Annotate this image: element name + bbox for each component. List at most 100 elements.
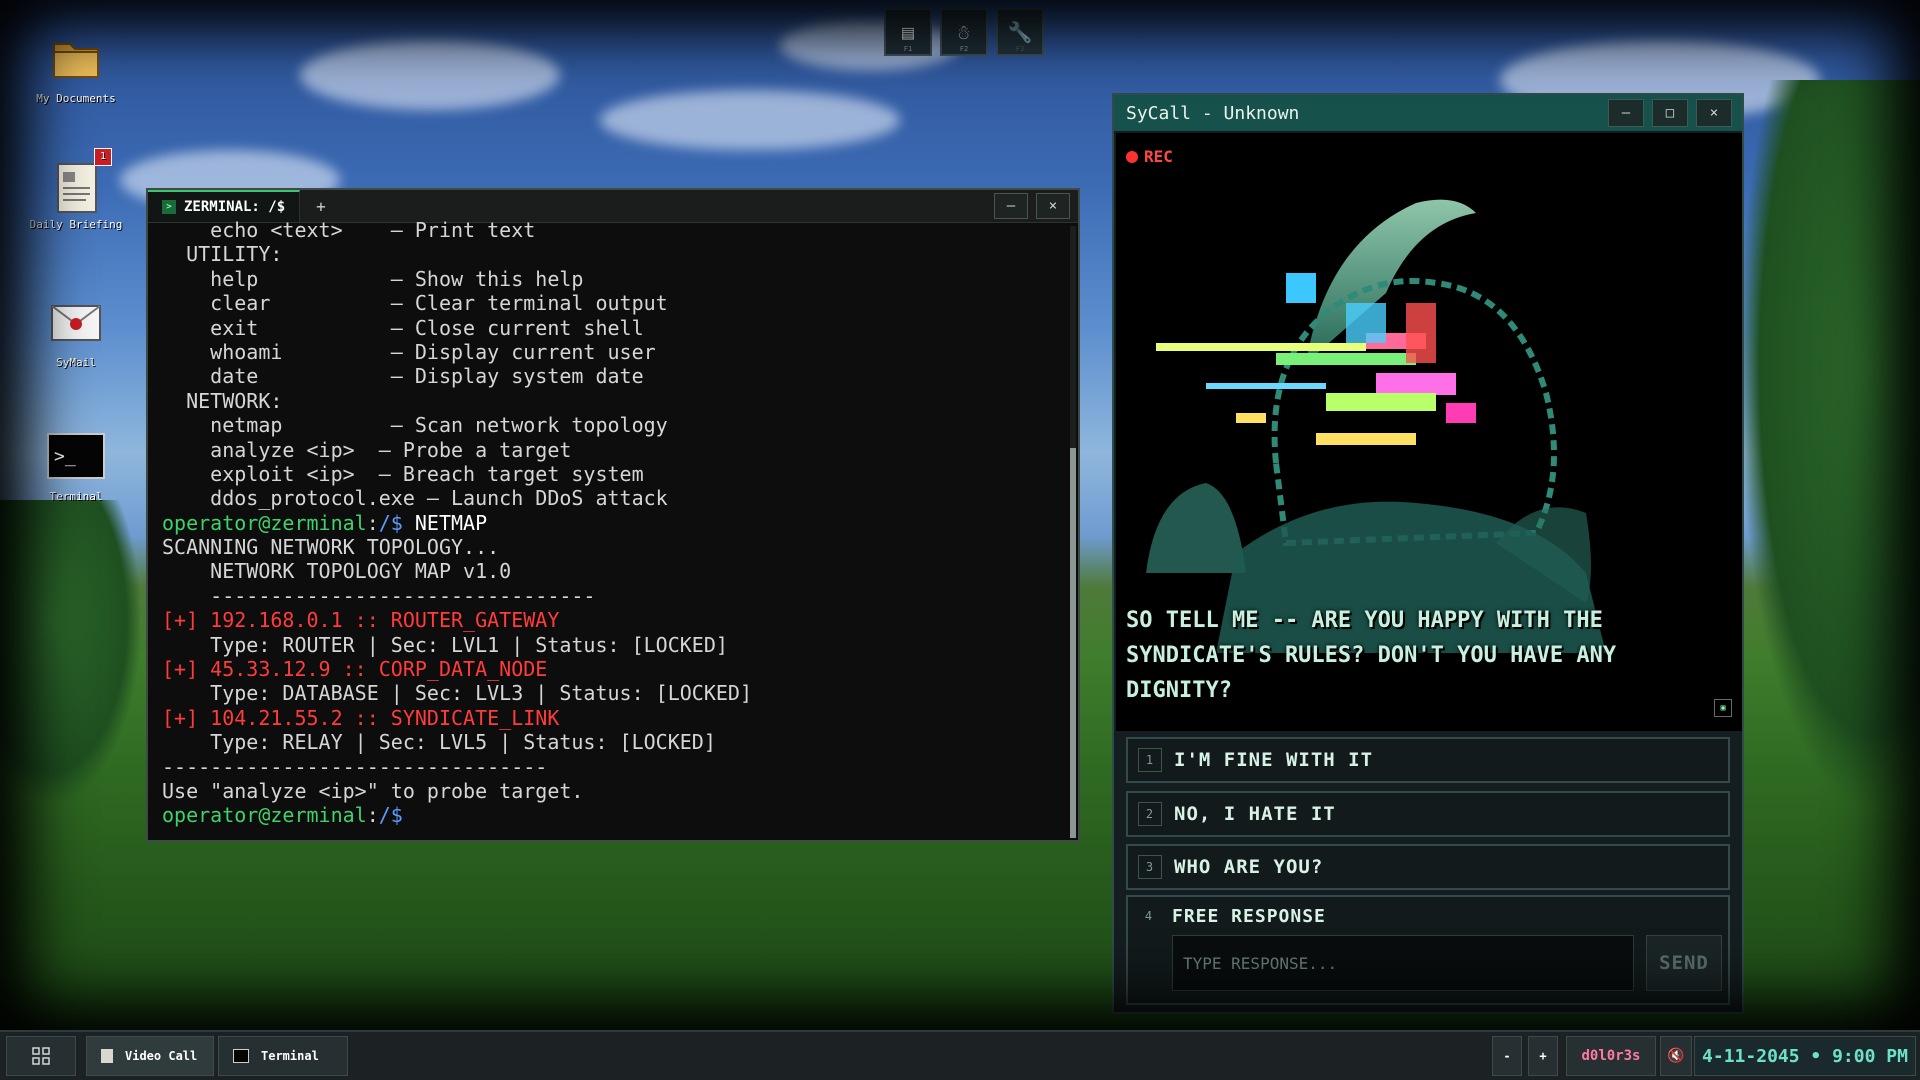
desktop-icon-label: Terminal — [49, 490, 103, 503]
option-number: 3 — [1138, 855, 1162, 879]
video-settings-icon[interactable]: ▣ — [1714, 699, 1732, 717]
desktop: My Documents 1 Daily Briefing SyMail >_ … — [0, 0, 1920, 1030]
muted-speaker-icon[interactable]: 🔇 — [1660, 1036, 1692, 1076]
taskbar-app-video-call[interactable]: Video Call — [86, 1036, 214, 1076]
terminal-text: : — [366, 803, 379, 828]
terminal-text: [+] 104.21.55.2 :: SYNDICATE_LINK — [162, 705, 560, 730]
terminal-line: -------------------------------- — [162, 755, 1064, 779]
desktop-icon-terminal[interactable]: >_ Terminal — [26, 432, 126, 503]
new-tab-button[interactable]: + — [316, 197, 326, 216]
close-button[interactable]: × — [1696, 99, 1732, 127]
option-label: WHO ARE YOU? — [1174, 856, 1324, 878]
terminal-line: SCANNING NETWORK TOPOLOGY... — [162, 535, 1064, 559]
dock-button-wrench[interactable]: 🔧 F3 — [996, 8, 1044, 56]
recording-indicator: REC — [1126, 147, 1173, 166]
terminal-text: Type: RELAY | Sec: LVL5 | Status: [LOCKE… — [162, 730, 716, 755]
terminal-text: NETWORK: — [162, 388, 283, 413]
free-response-label: FREE RESPONSE — [1172, 905, 1326, 927]
terminal-text: -------------------------------- — [162, 754, 548, 779]
terminal-text: SCANNING NETWORK TOPOLOGY... — [162, 535, 500, 560]
terminal-text: NETMAP — [402, 510, 488, 535]
free-response-input[interactable] — [1172, 935, 1634, 991]
dock-key-label: F1 — [903, 45, 913, 53]
terminal-line: operator@zerminal:/$ NETMAP — [162, 511, 1064, 535]
zoom-in-button[interactable]: + — [1528, 1036, 1558, 1076]
terminal-tab-label: ZERMINAL: /$ — [184, 199, 286, 215]
scrollbar-thumb[interactable] — [1070, 448, 1076, 838]
user-badge[interactable]: d0l0r3s — [1566, 1036, 1656, 1076]
terminal-text: date — Display system date — [162, 364, 644, 389]
minimize-button[interactable]: – — [994, 193, 1028, 219]
terminal-line: exploit <ip> — Breach target system — [162, 462, 1064, 486]
terminal-text: netmap — Scan network topology — [162, 413, 668, 438]
desktop-icon-symail[interactable]: SyMail — [26, 298, 126, 369]
terminal-line: clear — Clear terminal output — [162, 291, 1064, 315]
top-dock: ▤ F1 ☃ F2 🔧 F3 — [884, 8, 1044, 56]
terminal-text: operator@zerminal — [162, 510, 367, 535]
caller-subtitle: SO TELL ME -- ARE YOU HAPPY WITH THE SYN… — [1126, 608, 1617, 703]
desktop-icon-label: Daily Briefing — [29, 218, 123, 231]
dock-button-robot[interactable]: ☃ F2 — [940, 8, 988, 56]
response-option-2[interactable]: 2 NO, I HATE IT — [1126, 791, 1730, 837]
video-feed: REC SO TELL ME -- ARE YOU HAPPY WITH THE… — [1116, 133, 1742, 731]
desktop-icon-my-documents[interactable]: My Documents — [26, 34, 126, 105]
terminal-line: -------------------------------- — [162, 584, 1064, 608]
taskbar-app-terminal[interactable]: Terminal — [218, 1036, 348, 1076]
terminal-text: NETWORK TOPOLOGY MAP v1.0 — [162, 559, 512, 584]
system-clock: 4-11-2045 • 9:00 PM — [1694, 1036, 1916, 1076]
terminal-icon — [233, 1049, 249, 1063]
rec-label: REC — [1144, 147, 1173, 166]
terminal-text: exit — Close current shell — [162, 315, 644, 340]
response-option-3[interactable]: 3 WHO ARE YOU? — [1126, 844, 1730, 890]
free-response-panel: 4 FREE RESPONSE SEND — [1126, 895, 1730, 1005]
desktop-icon-label: SyMail — [56, 356, 96, 369]
grid-icon — [32, 1047, 50, 1065]
close-button[interactable]: × — [1036, 193, 1070, 219]
document-icon — [101, 1049, 113, 1063]
robot-icon: ☃ — [957, 20, 971, 44]
response-option-1[interactable]: 1 I'M FINE WITH IT — [1126, 737, 1730, 783]
terminal-line: ddos_protocol.exe — Launch DDoS attack — [162, 486, 1064, 510]
terminal-line: whoami — Display current user — [162, 340, 1064, 364]
dock-key-label: F2 — [959, 45, 969, 53]
dock-button-notes[interactable]: ▤ F1 — [884, 8, 932, 56]
terminal-text: help — Show this help — [162, 266, 584, 291]
zoom-out-button[interactable]: - — [1492, 1036, 1522, 1076]
taskbar-app-label: Video Call — [125, 1049, 198, 1063]
terminal-scrollbar[interactable] — [1070, 226, 1076, 838]
sycall-window[interactable]: SyCall - Unknown – □ × REC SO TELL ME --… — [1112, 93, 1744, 1014]
terminal-line: [+] 45.33.12.9 :: CORP_DATA_NODE — [162, 657, 1064, 681]
terminal-text: operator@zerminal — [162, 803, 367, 828]
terminal-text: -------------------------------- — [162, 583, 596, 608]
send-button[interactable]: SEND — [1646, 935, 1722, 991]
terminal-line: operator@zerminal:/$ — [162, 803, 1064, 827]
desktop-icon-label: My Documents — [36, 92, 116, 105]
terminal-text: analyze <ip> — Probe a target — [162, 437, 572, 462]
window-title: SyCall - Unknown — [1126, 102, 1300, 124]
record-dot-icon — [1126, 150, 1138, 163]
mail-icon — [46, 298, 106, 348]
terminal-line: help — Show this help — [162, 267, 1064, 291]
taskbar-app-label: Terminal — [261, 1049, 319, 1063]
terminal-line: NETWORK TOPOLOGY MAP v1.0 — [162, 559, 1064, 583]
wrench-icon: 🔧 — [1007, 20, 1033, 44]
sycall-titlebar[interactable]: SyCall - Unknown – □ × — [1114, 95, 1742, 131]
terminal-line: Use "analyze <ip>" to probe target. — [162, 779, 1064, 803]
terminal-text: clear — Clear terminal output — [162, 291, 668, 316]
terminal-line: netmap — Scan network topology — [162, 413, 1064, 437]
desktop-icon-daily-briefing[interactable]: 1 Daily Briefing — [26, 148, 126, 231]
terminal-window[interactable]: > ZERMINAL: /$ + – × echo <text> — Print… — [146, 188, 1080, 842]
terminal-text: exploit <ip> — Breach target system — [162, 461, 644, 486]
minimize-button[interactable]: – — [1608, 99, 1644, 127]
terminal-line: date — Display system date — [162, 364, 1064, 388]
terminal-icon: > — [162, 200, 176, 214]
terminal-line: analyze <ip> — Probe a target — [162, 438, 1064, 462]
option-number: 2 — [1138, 802, 1162, 826]
start-button[interactable] — [6, 1036, 76, 1076]
folder-icon — [46, 34, 106, 84]
terminal-output[interactable]: echo <text> — Print text UTILITY: help —… — [162, 218, 1064, 840]
terminal-text: /$ — [378, 803, 403, 828]
terminal-line: echo <text> — Print text — [162, 218, 1064, 242]
maximize-button[interactable]: □ — [1652, 99, 1688, 127]
terminal-text: [+] 192.168.0.1 :: ROUTER_GATEWAY — [162, 608, 560, 633]
